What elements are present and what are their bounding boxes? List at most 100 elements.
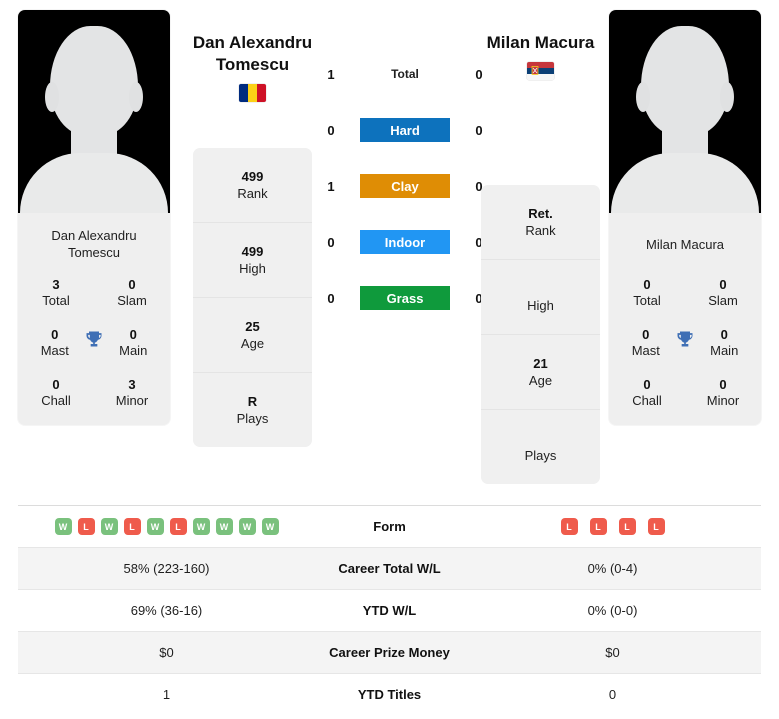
info-value: 25 xyxy=(245,319,260,334)
player-name-left-line1: Dan Alexandru xyxy=(192,33,313,52)
titles-row: 0 Chall 3 Minor xyxy=(28,377,160,409)
form-badge-win: W xyxy=(215,518,233,535)
stat-value: 0 xyxy=(719,277,727,292)
titles-row: 0 Total 0 Slam xyxy=(619,277,751,309)
form-badge-win: W xyxy=(54,518,72,535)
form-badge-loss: L xyxy=(169,518,187,535)
row-value-left: $0 xyxy=(159,645,174,660)
row-value-right: $0 xyxy=(605,645,620,660)
row-label: YTD Titles xyxy=(357,687,422,702)
stat-minor-left: 3 Minor xyxy=(104,377,160,409)
player-info-card-left: 499 Rank 499 High 25 Age R Plays xyxy=(193,148,312,447)
h2h-left-value: 0 xyxy=(327,122,335,138)
h2h-row-clay: 1 Clay 0 xyxy=(320,174,490,198)
romania-flag-icon xyxy=(239,84,266,102)
form-badge-win: W xyxy=(100,518,118,535)
stat-minor-right: 0 Minor xyxy=(695,377,751,409)
info-rank-right: Ret. Rank xyxy=(481,185,600,260)
stat-label: Chall xyxy=(632,393,662,408)
avatar-body-icon xyxy=(20,153,168,213)
trophy-icon xyxy=(82,327,107,349)
player-photo-left xyxy=(18,10,170,213)
stat-main-left: 0 Main xyxy=(106,327,160,359)
info-label: High xyxy=(527,298,554,313)
stat-label: Slam xyxy=(708,293,738,308)
player-name-left-line2: Tomescu xyxy=(215,55,290,74)
table-row: 1 YTD Titles 0 xyxy=(18,674,761,715)
form-cell-left: WLWLWLWWWW xyxy=(18,506,315,547)
avatar-ear-right-icon xyxy=(129,82,143,112)
titles-row: 0 Mast 0 Main xyxy=(28,327,160,359)
stat-slam-right: 0 Slam xyxy=(695,277,751,309)
avatar-body-icon xyxy=(611,153,759,213)
h2h-row-indoor: 0 Indoor 0 xyxy=(320,230,490,254)
form-badge-win: W xyxy=(261,518,279,535)
stat-value: 0 xyxy=(128,277,136,292)
player-photo-name-left: Dan Alexandru Tomescu xyxy=(51,228,137,260)
info-value: 499 xyxy=(241,169,264,184)
h2h-label-grass[interactable]: Grass xyxy=(360,286,450,310)
form-badge-loss: L xyxy=(77,518,95,535)
avatar-ear-right-icon xyxy=(720,82,734,112)
player-comparison-panel: Dan Alexandru Tomescu 3 Total 0 Slam 0 M… xyxy=(0,0,779,495)
info-age-left: 25 Age xyxy=(193,298,312,373)
stat-label: Minor xyxy=(706,393,740,408)
info-value: R xyxy=(247,394,258,409)
info-label: Plays xyxy=(524,448,557,463)
row-value-left: 58% (223-160) xyxy=(123,561,210,576)
stat-total-right: 0 Total xyxy=(619,277,675,309)
info-value: 499 xyxy=(241,244,264,259)
row-label: YTD W/L xyxy=(362,603,417,618)
h2h-label-hard[interactable]: Hard xyxy=(360,118,450,142)
player-name-block-left: Dan Alexandru Tomescu xyxy=(165,32,340,102)
trophy-icon xyxy=(673,327,698,349)
info-plays-left: R Plays xyxy=(193,373,312,447)
form-badge-win: W xyxy=(146,518,164,535)
h2h-label-indoor[interactable]: Indoor xyxy=(360,230,450,254)
h2h-row-grass: 0 Grass 0 xyxy=(320,286,490,310)
table-row: $0 Career Prize Money $0 xyxy=(18,632,761,674)
titles-grid-left: 3 Total 0 Slam 0 Mast 0 Main 0 Chall 3 M… xyxy=(18,275,170,425)
stat-value: 0 xyxy=(129,327,137,342)
table-row: 69% (36-16) YTD W/L 0% (0-0) xyxy=(18,590,761,632)
stat-value: 0 xyxy=(719,377,727,392)
titles-row: 3 Total 0 Slam xyxy=(28,277,160,309)
form-badge-loss: L xyxy=(123,518,141,535)
form-cell-right: LLLL xyxy=(464,506,761,547)
stat-value: 3 xyxy=(52,277,60,292)
row-label: Career Total W/L xyxy=(338,561,441,576)
h2h-right-value: 0 xyxy=(475,122,483,138)
avatar-ear-left-icon xyxy=(636,82,650,112)
form-badges-right: LLLL xyxy=(560,518,665,535)
form-badge-win: W xyxy=(192,518,210,535)
h2h-left-value: 1 xyxy=(327,66,335,82)
info-label: Rank xyxy=(237,186,268,201)
stat-label: Mast xyxy=(631,343,660,358)
form-badge-loss: L xyxy=(560,518,578,535)
player-card-left: Dan Alexandru Tomescu 3 Total 0 Slam 0 M… xyxy=(18,10,170,425)
stat-mast-left: 0 Mast xyxy=(28,327,82,359)
info-rank-left: 499 Rank xyxy=(193,148,312,223)
player-photo-right xyxy=(609,10,761,213)
table-row: 58% (223-160) Career Total W/L 0% (0-4) xyxy=(18,548,761,590)
info-high-left: 499 High xyxy=(193,223,312,298)
titles-row: 0 Mast 0 Main xyxy=(619,327,751,359)
stat-value: 0 xyxy=(51,327,59,342)
serbia-flag-icon xyxy=(527,62,554,80)
stat-chall-left: 0 Chall xyxy=(28,377,84,409)
row-label: Form xyxy=(373,519,406,534)
form-badge-win: W xyxy=(238,518,256,535)
h2h-label-clay[interactable]: Clay xyxy=(360,174,450,198)
stat-chall-right: 0 Chall xyxy=(619,377,675,409)
player-photo-name-right: Milan Macura xyxy=(645,236,725,252)
stat-value: 0 xyxy=(720,327,728,342)
h2h-label-total: Total xyxy=(391,67,419,81)
row-value-left: 69% (36-16) xyxy=(130,603,203,618)
stat-slam-left: 0 Slam xyxy=(104,277,160,309)
info-value: Ret. xyxy=(528,206,553,221)
stat-value: 3 xyxy=(128,377,136,392)
info-age-right: 21 Age xyxy=(481,335,600,410)
info-label: High xyxy=(239,261,266,276)
form-badge-loss: L xyxy=(589,518,607,535)
avatar-ear-left-icon xyxy=(45,82,59,112)
